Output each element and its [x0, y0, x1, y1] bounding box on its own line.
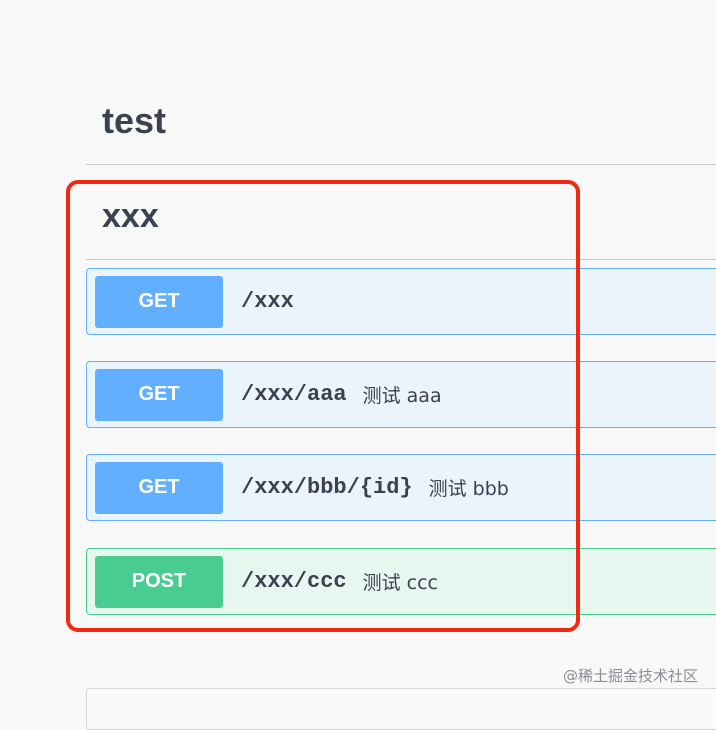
operation-path: /xxx/aaa [241, 382, 347, 407]
operation-summary: 测试 ccc [362, 572, 439, 594]
operation-get-xxx-aaa[interactable]: GET /xxx/aaa 测试 aaa [86, 361, 716, 428]
method-badge: POST [95, 555, 223, 608]
operation-get-xxx-bbb-id[interactable]: GET /xxx/bbb/{id} 测试 bbb [86, 454, 716, 521]
operation-post-xxx-ccc[interactable]: POST /xxx/ccc 测试 ccc [86, 548, 716, 615]
method-badge: GET [95, 368, 223, 421]
operation-path: /xxx/bbb/{id} [241, 475, 413, 500]
tag-divider [86, 259, 716, 260]
next-section-panel [86, 688, 716, 730]
operation-summary: 测试 aaa [362, 385, 442, 407]
watermark: @稀土掘金技术社区 [562, 667, 698, 685]
operation-get-xxx[interactable]: GET /xxx [86, 268, 716, 335]
method-badge: GET [95, 461, 223, 514]
section-divider [86, 164, 716, 165]
operation-path: /xxx [241, 289, 294, 314]
tag-title[interactable]: xxx [102, 197, 159, 236]
operation-path: /xxx/ccc [241, 569, 347, 594]
method-badge: GET [95, 275, 223, 328]
operation-summary: 测试 bbb [428, 478, 509, 500]
section-title: test [102, 100, 167, 141]
